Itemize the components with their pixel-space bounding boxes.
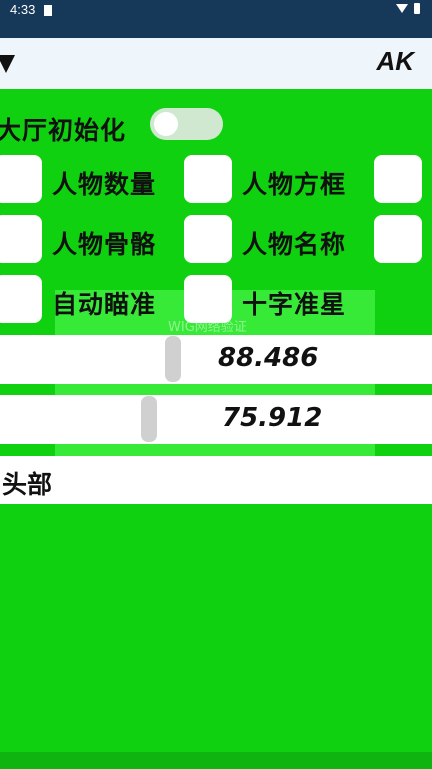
slider-value-1: 88.486 — [218, 343, 319, 373]
label-player-skeleton: 人物骨骼 — [52, 230, 157, 259]
checkbox-player-skeleton[interactable] — [0, 215, 42, 263]
aim-target-select[interactable]: 头部 — [0, 456, 432, 504]
collapse-triangle-icon[interactable] — [0, 55, 15, 73]
aim-target-selected: 头部 — [2, 470, 53, 499]
battery-icon — [414, 3, 420, 14]
slider-thumb-1[interactable] — [165, 336, 181, 382]
label-crosshair: 十字准星 — [242, 290, 347, 319]
slider-value-2: 75.912 — [222, 403, 323, 433]
slider-row-1[interactable]: 88.486 — [0, 335, 432, 384]
lobby-init-label: 大厅初始化 — [0, 116, 127, 145]
checkbox-player-name[interactable] — [184, 215, 232, 263]
menu-title: AK — [376, 46, 414, 76]
lobby-init-toggle[interactable] — [150, 108, 223, 140]
checkbox-auto-aim[interactable] — [0, 275, 42, 323]
background-bottom-nav — [0, 752, 432, 769]
label-player-name: 人物名称 — [242, 230, 347, 259]
checkbox-player-box[interactable] — [184, 155, 232, 203]
status-bar: 4:33 — [0, 0, 432, 38]
toggle-knob — [154, 112, 178, 136]
checkbox-player-count[interactable] — [0, 155, 42, 203]
slider-thumb-2[interactable] — [141, 396, 157, 442]
wifi-icon — [396, 4, 408, 13]
checkbox-extra-2[interactable] — [374, 215, 422, 263]
label-auto-aim: 自动瞄准 — [52, 290, 157, 319]
notification-icon — [44, 5, 52, 16]
slider-row-2[interactable]: 75.912 — [0, 395, 432, 444]
menu-header[interactable]: AK — [0, 38, 432, 89]
checkbox-crosshair[interactable] — [184, 275, 232, 323]
checkbox-extra-1[interactable] — [374, 155, 422, 203]
label-player-count: 人物数量 — [52, 170, 157, 199]
label-player-box: 人物方框 — [242, 170, 347, 199]
status-time: 4:33 — [10, 2, 36, 17]
